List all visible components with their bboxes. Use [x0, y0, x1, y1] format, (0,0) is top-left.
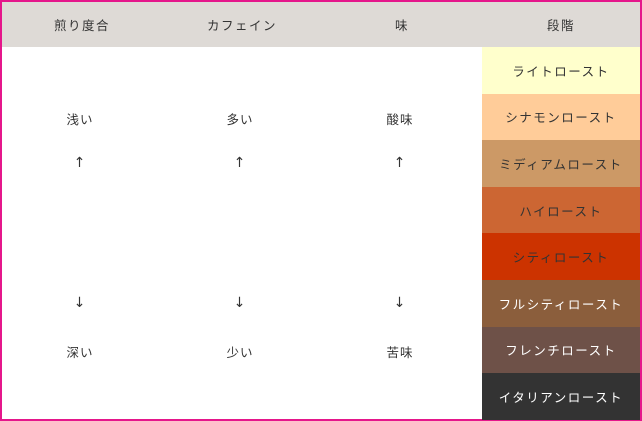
- arrow-up-icon: ↑: [233, 155, 247, 171]
- arrow-down-icon: ↓: [393, 295, 407, 311]
- header-caffeine: カフェイン: [206, 18, 277, 33]
- stage-medium-roast: ミディアムロースト: [482, 140, 640, 187]
- roast-light-label: 浅い: [66, 112, 94, 127]
- taste-bitter-label: 苦味: [386, 345, 414, 360]
- arrow-up-icon: ↑: [393, 155, 407, 171]
- stage-light-roast: ライトロースト: [482, 47, 640, 94]
- arrow-up-icon: ↑: [73, 155, 87, 171]
- roast-stage-list: ライトロースト シナモンロースト ミディアムロースト ハイロースト シティロース…: [482, 47, 640, 420]
- stage-city-roast: シティロースト: [482, 233, 640, 280]
- stage-full-city-roast: フルシティロースト: [482, 279, 640, 327]
- roast-chart: 煎り度合 カフェイン 味 段階 浅い ↑ ↓ 深い 多い ↑ ↓ 少い 酸味 ↑…: [0, 0, 642, 421]
- taste-acidic-label: 酸味: [386, 112, 414, 127]
- caffeine-low-label: 少い: [226, 345, 254, 360]
- table-header: 煎り度合 カフェイン 味 段階: [2, 2, 640, 47]
- arrow-down-icon: ↓: [233, 295, 247, 311]
- stage-italian-roast: イタリアンロースト: [482, 373, 640, 420]
- header-taste: 味: [394, 18, 409, 33]
- header-stage: 段階: [546, 18, 575, 33]
- roast-dark-label: 深い: [66, 345, 94, 360]
- header-roast-level: 煎り度合: [53, 18, 110, 33]
- stage-cinnamon-roast: シナモンロースト: [482, 93, 640, 141]
- arrow-down-icon: ↓: [73, 295, 87, 311]
- caffeine-high-label: 多い: [226, 112, 254, 127]
- stage-high-roast: ハイロースト: [482, 186, 640, 234]
- stage-french-roast: フレンチロースト: [482, 326, 640, 374]
